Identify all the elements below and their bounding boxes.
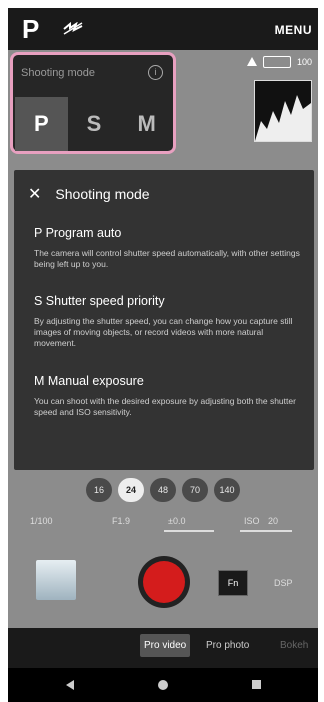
gallery-thumbnail[interactable] — [36, 560, 76, 600]
ev-underline — [164, 530, 214, 532]
help-body: The camera will control shutter speed au… — [34, 248, 300, 269]
record-dot — [143, 561, 185, 603]
shutter-speed[interactable]: 1/100 — [30, 516, 53, 526]
tab-pro-photo[interactable]: Pro photo — [206, 640, 249, 651]
mode-m-button[interactable]: M — [120, 97, 173, 151]
tab-bokeh[interactable]: Bokeh — [280, 640, 308, 651]
fn-button[interactable]: Fn — [218, 570, 248, 596]
alert-icon — [246, 56, 257, 68]
help-header: ✕ Shooting mode — [28, 184, 150, 204]
help-title: Shooting mode — [55, 186, 150, 202]
info-icon[interactable]: i — [148, 65, 163, 80]
dsp-button[interactable]: DSP — [274, 578, 293, 588]
top-bar: P MENU — [8, 8, 318, 50]
help-panel: ✕ Shooting mode P Program auto The camer… — [14, 170, 314, 470]
battery-icon — [262, 56, 291, 68]
fps-option[interactable]: 140 — [214, 478, 240, 502]
battery-level: 100 — [296, 57, 312, 67]
help-body: By adjusting the shutter speed, you can … — [34, 316, 293, 348]
close-icon[interactable]: ✕ — [28, 184, 41, 204]
exposure-comp[interactable]: ±0.0 — [168, 516, 185, 526]
camera-screen: P MENU 100 Shooting mode i P S M ✕ Shoot… — [8, 8, 318, 702]
tab-pro-video[interactable]: Pro video — [140, 634, 191, 657]
iso-underline — [240, 530, 292, 532]
help-heading: P Program auto — [34, 226, 122, 240]
mode-p-button[interactable]: P — [15, 97, 68, 151]
help-heading: M Manual exposure — [34, 374, 144, 388]
flash-off-icon[interactable] — [62, 21, 84, 41]
help-section-m: M Manual exposure You can shoot with the… — [34, 374, 304, 418]
help-heading: S Shutter speed priority — [34, 294, 165, 308]
home-icon[interactable] — [158, 680, 168, 690]
shutter-button[interactable] — [138, 556, 190, 608]
histogram — [254, 80, 312, 142]
iso-value[interactable]: 20 — [268, 516, 278, 526]
status-row: 100 — [246, 56, 312, 68]
mode-s-button[interactable]: S — [68, 97, 121, 151]
exposure-params: 1/100 F1.9 ±0.0 ISO 20 — [8, 512, 318, 532]
system-navbar — [8, 668, 318, 702]
fps-selector: 16 24 48 70 140 — [86, 478, 240, 502]
shooting-mode-title: Shooting mode — [21, 67, 95, 79]
fps-option[interactable]: 70 — [182, 478, 208, 502]
mode-buttons: P S M — [15, 97, 173, 151]
shooting-mode-panel: Shooting mode i P S M — [10, 52, 176, 154]
iso-label[interactable]: ISO — [244, 516, 260, 526]
recents-icon[interactable] — [252, 680, 261, 689]
help-section-p: P Program auto The camera will control s… — [34, 226, 304, 270]
fps-option[interactable]: 24 — [118, 478, 144, 502]
help-body: You can shoot with the desired exposure … — [34, 396, 296, 417]
back-icon[interactable] — [66, 680, 74, 690]
fps-option[interactable]: 48 — [150, 478, 176, 502]
aperture[interactable]: F1.9 — [112, 516, 130, 526]
mode-indicator: P — [22, 14, 40, 44]
fps-option[interactable]: 16 — [86, 478, 112, 502]
help-section-s: S Shutter speed priority By adjusting th… — [34, 294, 304, 349]
menu-button[interactable]: MENU — [275, 23, 312, 37]
mode-tabs: Pro video Pro photo Bokeh — [8, 628, 318, 668]
